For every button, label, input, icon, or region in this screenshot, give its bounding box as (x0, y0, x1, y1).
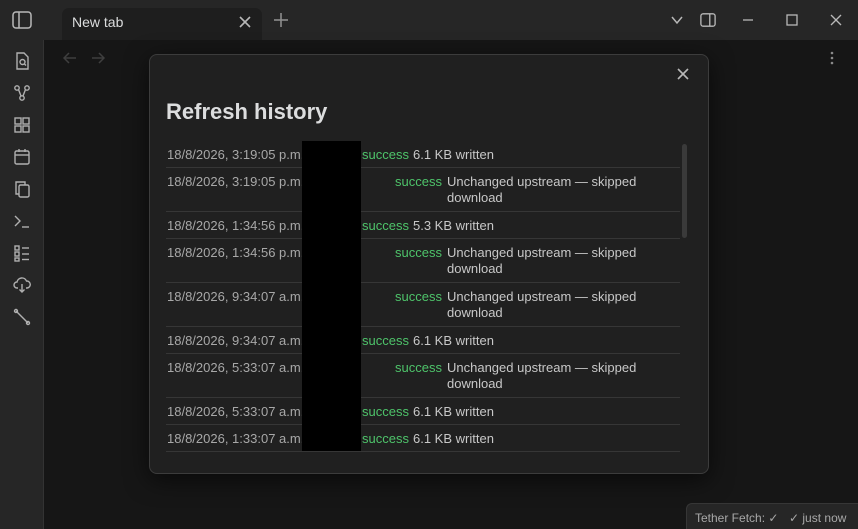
tab-new-tab[interactable]: New tab (62, 8, 262, 40)
row-timestamp: 18/8/2026, 5:33:07 a.m. (167, 404, 305, 419)
row-status: success (362, 147, 409, 162)
cloud-download-icon[interactable] (13, 276, 31, 294)
history-row: 18/8/2026, 9:34:07 a.m. success 6.1 KB wri… (166, 327, 680, 354)
copy-files-icon[interactable] (13, 180, 31, 198)
row-status: success (395, 289, 442, 304)
row-status: success (395, 360, 442, 375)
checklist-icon[interactable] (13, 244, 31, 262)
title-bar: New tab (0, 0, 858, 40)
history-list: 18/8/2026, 3:19:05 p.m. success 6.1 KB wri… (166, 141, 680, 453)
left-ribbon (0, 40, 44, 529)
canvas-grid-icon[interactable] (13, 116, 31, 134)
row-timestamp: 18/8/2026, 1:34:56 p.m. (167, 245, 305, 260)
minimize-icon[interactable] (740, 12, 756, 28)
row-message: Unchanged upstream — skipped download (447, 174, 637, 205)
status-bar: Tether Fetch: ✓ ✓ just now (686, 503, 858, 529)
modal-title: Refresh history (166, 99, 328, 124)
row-status: success (362, 431, 409, 446)
row-timestamp: 18/8/2026, 9:34:07 a.m. (167, 289, 305, 304)
right-sidebar-toggle-icon[interactable] (700, 12, 716, 28)
history-row: 18/8/2026, 1:34:56 p.m. success Unchanged … (166, 239, 680, 283)
calendar-icon[interactable] (13, 148, 31, 166)
history-row: 18/8/2026, 3:19:05 p.m. success Unchanged … (166, 168, 680, 212)
history-row: 18/8/2026, 9:34:07 a.m. success Unchanged … (166, 283, 680, 327)
tether-fetch-status[interactable]: Tether Fetch: ✓ (695, 511, 778, 525)
close-modal-icon[interactable] (676, 67, 690, 81)
redacted-region (302, 141, 361, 451)
row-timestamp: 18/8/2026, 3:19:05 p.m. (167, 174, 305, 189)
history-row: 18/8/2026, 1:33:07 a.m. success 6.1 KB wri… (166, 425, 680, 452)
row-message: 5.3 KB written (413, 218, 494, 233)
row-message: 6.1 KB written (413, 147, 494, 162)
row-timestamp: 18/8/2026, 5:33:07 a.m. (167, 360, 305, 375)
new-tab-plus-icon[interactable] (273, 12, 289, 28)
row-timestamp: 18/8/2026, 9:34:07 a.m. (167, 333, 305, 348)
diagonal-arrows-icon[interactable] (13, 308, 31, 326)
maximize-icon[interactable] (784, 12, 800, 28)
row-timestamp: 18/8/2026, 1:33:07 a.m. (167, 431, 305, 446)
close-tab-icon[interactable] (238, 15, 252, 29)
open-quick-switcher-icon[interactable] (13, 52, 31, 70)
row-timestamp: 18/8/2026, 1:34:56 p.m. (167, 218, 305, 233)
row-message: 6.1 KB written (413, 404, 494, 419)
close-window-icon[interactable] (828, 12, 844, 28)
history-row: 18/8/2026, 3:19:05 p.m. success 6.1 KB wri… (166, 141, 680, 168)
row-status: success (362, 218, 409, 233)
history-row: 18/8/2026, 1:34:56 p.m. success 5.3 KB wri… (166, 212, 680, 239)
row-message: Unchanged upstream — skipped download (447, 289, 637, 320)
row-message: 6.1 KB written (413, 431, 494, 446)
row-message: 6.1 KB written (413, 333, 494, 348)
row-timestamp: 18/8/2026, 3:19:05 p.m. (167, 147, 305, 162)
row-status: success (395, 245, 442, 260)
tab-list-chevron-icon[interactable] (669, 12, 685, 28)
row-message: Unchanged upstream — skipped download (447, 245, 637, 276)
row-status: success (395, 174, 442, 189)
history-row: 18/8/2026, 5:33:07 a.m. success Unchanged … (166, 354, 680, 398)
row-status: success (362, 404, 409, 419)
scrollbar-thumb[interactable] (682, 144, 687, 238)
row-status: success (362, 333, 409, 348)
tab-label: New tab (72, 14, 124, 30)
sidebar-toggle-icon[interactable] (12, 11, 32, 29)
graph-view-icon[interactable] (13, 84, 31, 102)
row-message: Unchanged upstream — skipped download (447, 360, 637, 391)
terminal-icon[interactable] (13, 212, 31, 230)
history-row: 18/8/2026, 5:33:07 a.m. success 6.1 KB wri… (166, 398, 680, 425)
last-refresh-status: ✓ just now (789, 511, 847, 525)
refresh-history-modal: Refresh history 18/8/2026, 3:19:05 p.m. s… (149, 54, 709, 474)
